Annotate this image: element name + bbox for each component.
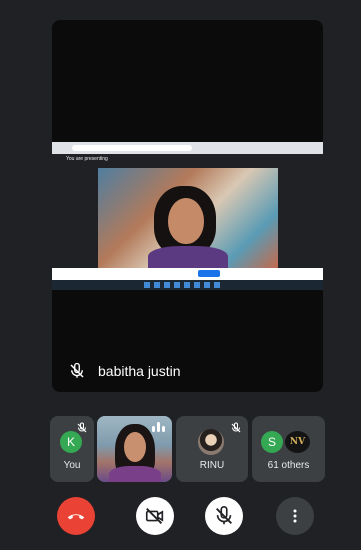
participant-tile-you[interactable]: K You [50,416,94,482]
avatar-logo: NV [285,431,310,453]
camera-toggle-button[interactable] [136,497,174,535]
participant-face [124,432,146,462]
mic-toggle-button[interactable] [205,497,243,535]
camera-off-icon [145,508,164,524]
call-end-icon [67,514,85,520]
avatar [198,429,224,455]
shared-taskbar-icons [144,282,224,288]
participant-label: 61 others [267,460,310,471]
shared-screen: You are presenting [52,142,323,290]
more-options-button[interactable] [276,497,314,535]
speaking-indicator-icon [152,422,165,432]
participant-tile-others[interactable]: S NV 61 others [252,416,325,482]
mic-off-icon [70,362,84,378]
participant-tile-speaking[interactable] [97,416,172,482]
shared-caption-row [52,268,323,280]
participant-label: You [63,460,81,471]
presenter-name: babitha justin [98,363,181,379]
participant-label: RINU [199,460,225,471]
participant-clothing [109,466,161,482]
shared-blue-button [198,270,220,277]
end-call-button[interactable] [57,497,95,535]
browser-url-bar [72,145,192,151]
avatar: S [261,431,283,453]
mic-off-icon [216,506,232,525]
more-vert-icon [293,509,297,523]
presenting-banner-text: You are presenting [66,156,108,162]
participant-tile-rinu[interactable]: RINU [176,416,248,482]
participant-clothing [148,246,228,268]
main-video-tile[interactable]: You are presenting babitha justin [52,20,323,392]
participant-face [168,198,204,244]
mic-off-icon [77,422,87,433]
mic-off-icon [231,422,241,433]
avatar: K [60,431,82,453]
presenter-name-tag: babitha justin [68,362,181,380]
shared-participant-video [98,168,278,268]
